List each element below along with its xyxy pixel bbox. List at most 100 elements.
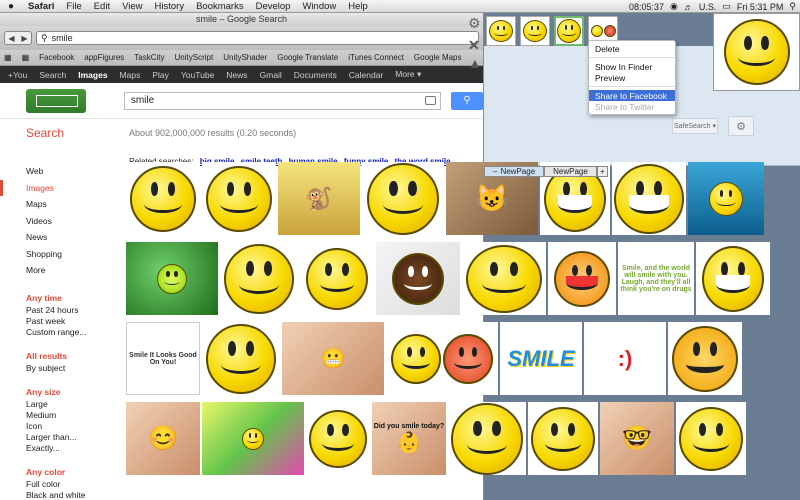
back-icon[interactable]: ◀ [8, 34, 14, 43]
gbar-more[interactable]: More ▾ [395, 69, 421, 80]
image-result[interactable] [202, 162, 276, 235]
gbar-maps[interactable]: Maps [120, 70, 141, 80]
image-result[interactable] [668, 322, 742, 395]
filter-large[interactable]: Large [0, 398, 124, 409]
filter-black-white[interactable]: Black and white [0, 489, 124, 500]
image-result[interactable] [362, 162, 444, 235]
gear-icon[interactable]: ⚙ [468, 15, 481, 32]
top-sites-icon[interactable]: ▦ [22, 53, 30, 62]
tab-newpage-2[interactable]: NewPage [544, 166, 597, 177]
sidebar-item-news[interactable]: News [0, 229, 124, 246]
filter-medium[interactable]: Medium [0, 409, 124, 420]
image-result[interactable] [676, 402, 746, 475]
menu-item-delete[interactable]: Delete [589, 43, 675, 54]
image-result[interactable]: 😬 [282, 322, 384, 395]
clock[interactable]: Fri 5:31 PM [737, 2, 784, 12]
forward-icon[interactable]: ▶ [21, 34, 27, 43]
sidebar-item-shopping[interactable]: Shopping [0, 246, 124, 263]
filter-custom-range[interactable]: Custom range... [0, 326, 124, 337]
back-forward-buttons[interactable]: ◀ ▶ [4, 31, 32, 45]
image-result[interactable] [612, 162, 686, 235]
menu-file[interactable]: File [60, 1, 87, 12]
camera-icon[interactable] [425, 95, 437, 105]
filter-any-time[interactable]: Any time [0, 279, 124, 304]
image-result[interactable] [306, 402, 370, 475]
image-result[interactable] [376, 242, 460, 315]
image-result[interactable]: Smile It Looks Good On You! [126, 322, 200, 395]
menu-bookmarks[interactable]: Bookmarks [190, 1, 250, 12]
image-result[interactable]: 🐒 [278, 162, 360, 235]
image-result[interactable] [448, 402, 526, 475]
apple-icon[interactable]: ● [0, 1, 22, 12]
bookmark-facebook[interactable]: Facebook [39, 53, 74, 62]
filter-icon[interactable]: Icon [0, 420, 124, 431]
image-preview[interactable] [713, 13, 800, 91]
sidebar-item-videos[interactable]: Videos [0, 213, 124, 230]
filter-past-24-hours[interactable]: Past 24 hours [0, 304, 124, 315]
gbar-search[interactable]: Search [39, 70, 66, 80]
sidebar-item-more[interactable]: More [0, 262, 124, 279]
search-input[interactable]: smile [123, 91, 442, 110]
add-tab-button[interactable]: + [596, 166, 608, 177]
menu-view[interactable]: View [116, 1, 148, 12]
menu-item-share-facebook[interactable]: Share to Facebook [589, 90, 675, 101]
reading-list-icon[interactable]: ▦ [4, 53, 12, 62]
sidebar-item-web[interactable]: Web [0, 163, 124, 180]
menu-edit[interactable]: Edit [88, 1, 116, 12]
safesearch-button[interactable]: SafeSearch ▾ [672, 118, 718, 134]
gbar-calendar[interactable]: Calendar [349, 70, 384, 80]
menu-item-preview[interactable]: Preview [589, 72, 675, 83]
menu-history[interactable]: History [149, 1, 191, 12]
filter-by-subject[interactable]: By subject [0, 362, 124, 373]
menu-safari[interactable]: Safari [22, 1, 60, 12]
wifi-icon[interactable]: ◉ [670, 1, 678, 12]
filter-larger-than[interactable]: Larger than... [0, 431, 124, 442]
volume-icon[interactable]: ♬ [684, 2, 693, 12]
gbar-you[interactable]: +You [8, 70, 27, 80]
image-result[interactable] [688, 162, 764, 235]
battery-icon[interactable]: ▭ [722, 1, 731, 12]
image-result[interactable] [202, 402, 304, 475]
gbar-youtube[interactable]: YouTube [181, 70, 214, 80]
sidebar-item-images[interactable]: Images [0, 179, 124, 196]
image-result[interactable]: 🤓 [600, 402, 674, 475]
strip-thumb-selected[interactable] [554, 16, 584, 46]
image-result[interactable] [528, 402, 598, 475]
image-result[interactable]: Did you smile today? 👶 [372, 402, 446, 475]
search-button[interactable]: ⚲ [451, 91, 483, 110]
strip-thumb[interactable] [520, 16, 550, 46]
close-icon[interactable]: ✕ [468, 37, 480, 54]
stopwatch-readout[interactable]: 08:05:37 [629, 2, 664, 12]
filter-past-week[interactable]: Past week [0, 315, 124, 326]
gbar-documents[interactable]: Documents [294, 70, 337, 80]
filter-any-size[interactable]: Any size [0, 373, 124, 398]
tab-newpage-1[interactable]: – NewPage [484, 166, 545, 177]
bookmark-unityshader[interactable]: UnityShader [223, 53, 267, 62]
image-result[interactable] [696, 242, 770, 315]
image-result[interactable] [300, 242, 374, 315]
bookmark-appfigures[interactable]: appFigures [84, 53, 124, 62]
strip-thumb[interactable] [486, 16, 516, 46]
bookmark-unityscript[interactable]: UnityScript [175, 53, 214, 62]
image-result[interactable] [548, 242, 616, 315]
image-result[interactable]: 😊 [126, 402, 200, 475]
sidebar-item-maps[interactable]: Maps [0, 196, 124, 213]
filter-any-color[interactable]: Any color [0, 453, 124, 478]
menu-develop[interactable]: Develop [250, 1, 297, 12]
image-result[interactable] [202, 322, 280, 395]
google-doodle-logo[interactable] [26, 88, 86, 113]
image-result[interactable] [220, 242, 298, 315]
bookmark-google-maps[interactable]: Google Maps [414, 53, 462, 62]
menu-window[interactable]: Window [296, 1, 342, 12]
image-result[interactable]: :) [584, 322, 666, 395]
filter-all-results[interactable]: All results [0, 337, 124, 362]
trash-icon[interactable]: ▲ [468, 55, 482, 71]
gear-icon[interactable]: ⚙ [728, 116, 754, 136]
filter-exactly[interactable]: Exactly... [0, 442, 124, 453]
spotlight-icon[interactable]: ⚲ [789, 1, 796, 12]
image-result[interactable] [126, 162, 200, 235]
bookmark-google-translate[interactable]: Google Translate [277, 53, 338, 62]
gbar-images[interactable]: Images [78, 70, 107, 80]
image-result[interactable] [462, 242, 546, 315]
image-result[interactable] [386, 322, 498, 395]
